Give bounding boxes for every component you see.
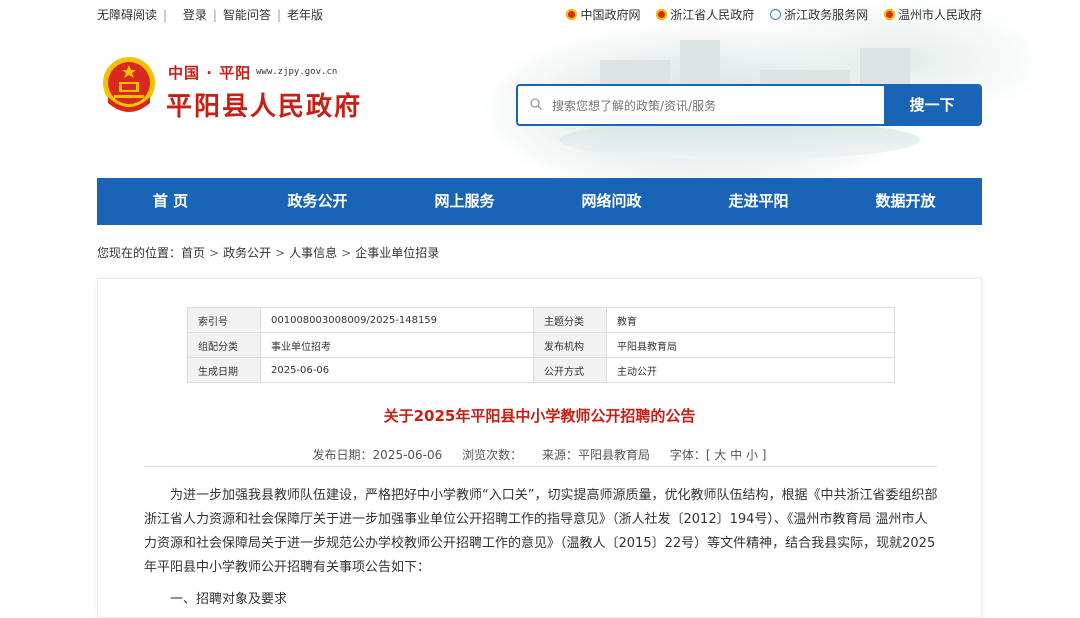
- nav-home[interactable]: 首 页: [97, 178, 244, 225]
- font-size-switch[interactable]: 字体：[ 大 中 小 ]: [670, 448, 767, 462]
- top-bar: 无障碍阅读 | 登录 | 智能问答 | 老年版 中国政府网 浙江省人民政府 浙江政务服务网…: [97, 6, 982, 23]
- meta-label: 发布机构: [533, 332, 607, 358]
- breadcrumb-item-home[interactable]: 首页: [181, 246, 205, 260]
- search-box: 搜一下: [516, 84, 982, 126]
- elderly-mode-link[interactable]: 老年版: [287, 6, 323, 23]
- meta-label: 公开方式: [533, 357, 607, 383]
- meta-label: 生成日期: [187, 357, 261, 383]
- search-button[interactable]: 搜一下: [884, 86, 980, 124]
- article-section-heading: 一、招聘对象及要求: [170, 592, 288, 607]
- search-input[interactable]: [550, 92, 884, 120]
- meta-value: 教育: [606, 307, 895, 333]
- accessibility-link[interactable]: 无障碍阅读: [97, 6, 157, 23]
- site-title[interactable]: 平阳县人民政府: [166, 86, 362, 123]
- emblem-icon: [883, 9, 895, 20]
- meta-label: 组配分类: [187, 332, 261, 358]
- view-count: 浏览次数：: [462, 448, 523, 462]
- nav-open-data[interactable]: 数据开放: [832, 178, 979, 225]
- meta-value: 2025-06-06: [260, 357, 534, 383]
- breadcrumb-item-recruitment[interactable]: 企事业单位招录: [355, 246, 439, 260]
- meta-value: 平阳县教育局: [606, 332, 895, 358]
- brand-subtitle: 中国 · 平阳: [168, 64, 252, 82]
- article-card: 索引号 001008003008009/2025-148159 主题分类 教育 …: [97, 278, 982, 618]
- nav-about-pingyang[interactable]: 走进平阳: [685, 178, 832, 225]
- meta-label: 索引号: [187, 307, 261, 333]
- national-emblem-icon: [103, 57, 155, 112]
- emblem-icon: [566, 9, 578, 20]
- nav-online-service[interactable]: 网上服务: [391, 178, 538, 225]
- article-title: 关于2025年平阳县中小学教师公开招聘的公告: [383, 407, 696, 425]
- link-wenzhou-gov[interactable]: 温州市人民政府: [883, 6, 982, 23]
- nav-online-inquiry[interactable]: 网络问政: [538, 178, 685, 225]
- meta-value: 事业单位招考: [260, 332, 534, 358]
- link-zhejiang-gov[interactable]: 浙江省人民政府: [656, 6, 754, 23]
- article-meta-table: 索引号 001008003008009/2025-148159 主题分类 教育 …: [187, 307, 895, 383]
- emblem-icon: [656, 9, 668, 20]
- link-zhejiang-service[interactable]: 浙江政务服务网: [770, 6, 868, 23]
- nav-gov-affairs[interactable]: 政务公开: [244, 178, 391, 225]
- article-info: 发布日期：2025-06-06 浏览次数： 来源：平阳县教育局 字体：[ 大 中…: [98, 446, 981, 463]
- meta-label: 主题分类: [533, 307, 607, 333]
- meta-value: 001008003008009/2025-148159: [260, 307, 534, 333]
- breadcrumb-item-personnel[interactable]: 人事信息: [289, 246, 337, 260]
- publish-date: 发布日期：2025-06-06: [312, 448, 443, 462]
- article-paragraph: 为进一步加强我县教师队伍建设，严格把好中小学教师“入口关”，切实提高师源质量，优…: [144, 488, 938, 575]
- main-nav: 首 页 政务公开 网上服务 网络问政 走进平阳 数据开放: [97, 178, 982, 225]
- article-source: 来源：平阳县教育局: [541, 448, 650, 462]
- breadcrumb: 您现在的位置：首页 > 政务公开 > 人事信息 > 企事业单位招录: [97, 246, 440, 260]
- brand-url: www.zjpy.gov.cn: [256, 67, 338, 77]
- smart-qa-link[interactable]: 智能问答: [223, 6, 271, 23]
- link-china-gov[interactable]: 中国政府网: [566, 6, 640, 23]
- login-link[interactable]: 登录: [183, 6, 207, 23]
- breadcrumb-item-gov-affairs[interactable]: 政务公开: [223, 246, 271, 260]
- search-icon: [530, 98, 542, 110]
- globe-icon: [770, 9, 782, 20]
- meta-value: 主动公开: [606, 357, 895, 383]
- breadcrumb-prefix: 您现在的位置：: [97, 246, 182, 260]
- divider: [144, 466, 937, 467]
